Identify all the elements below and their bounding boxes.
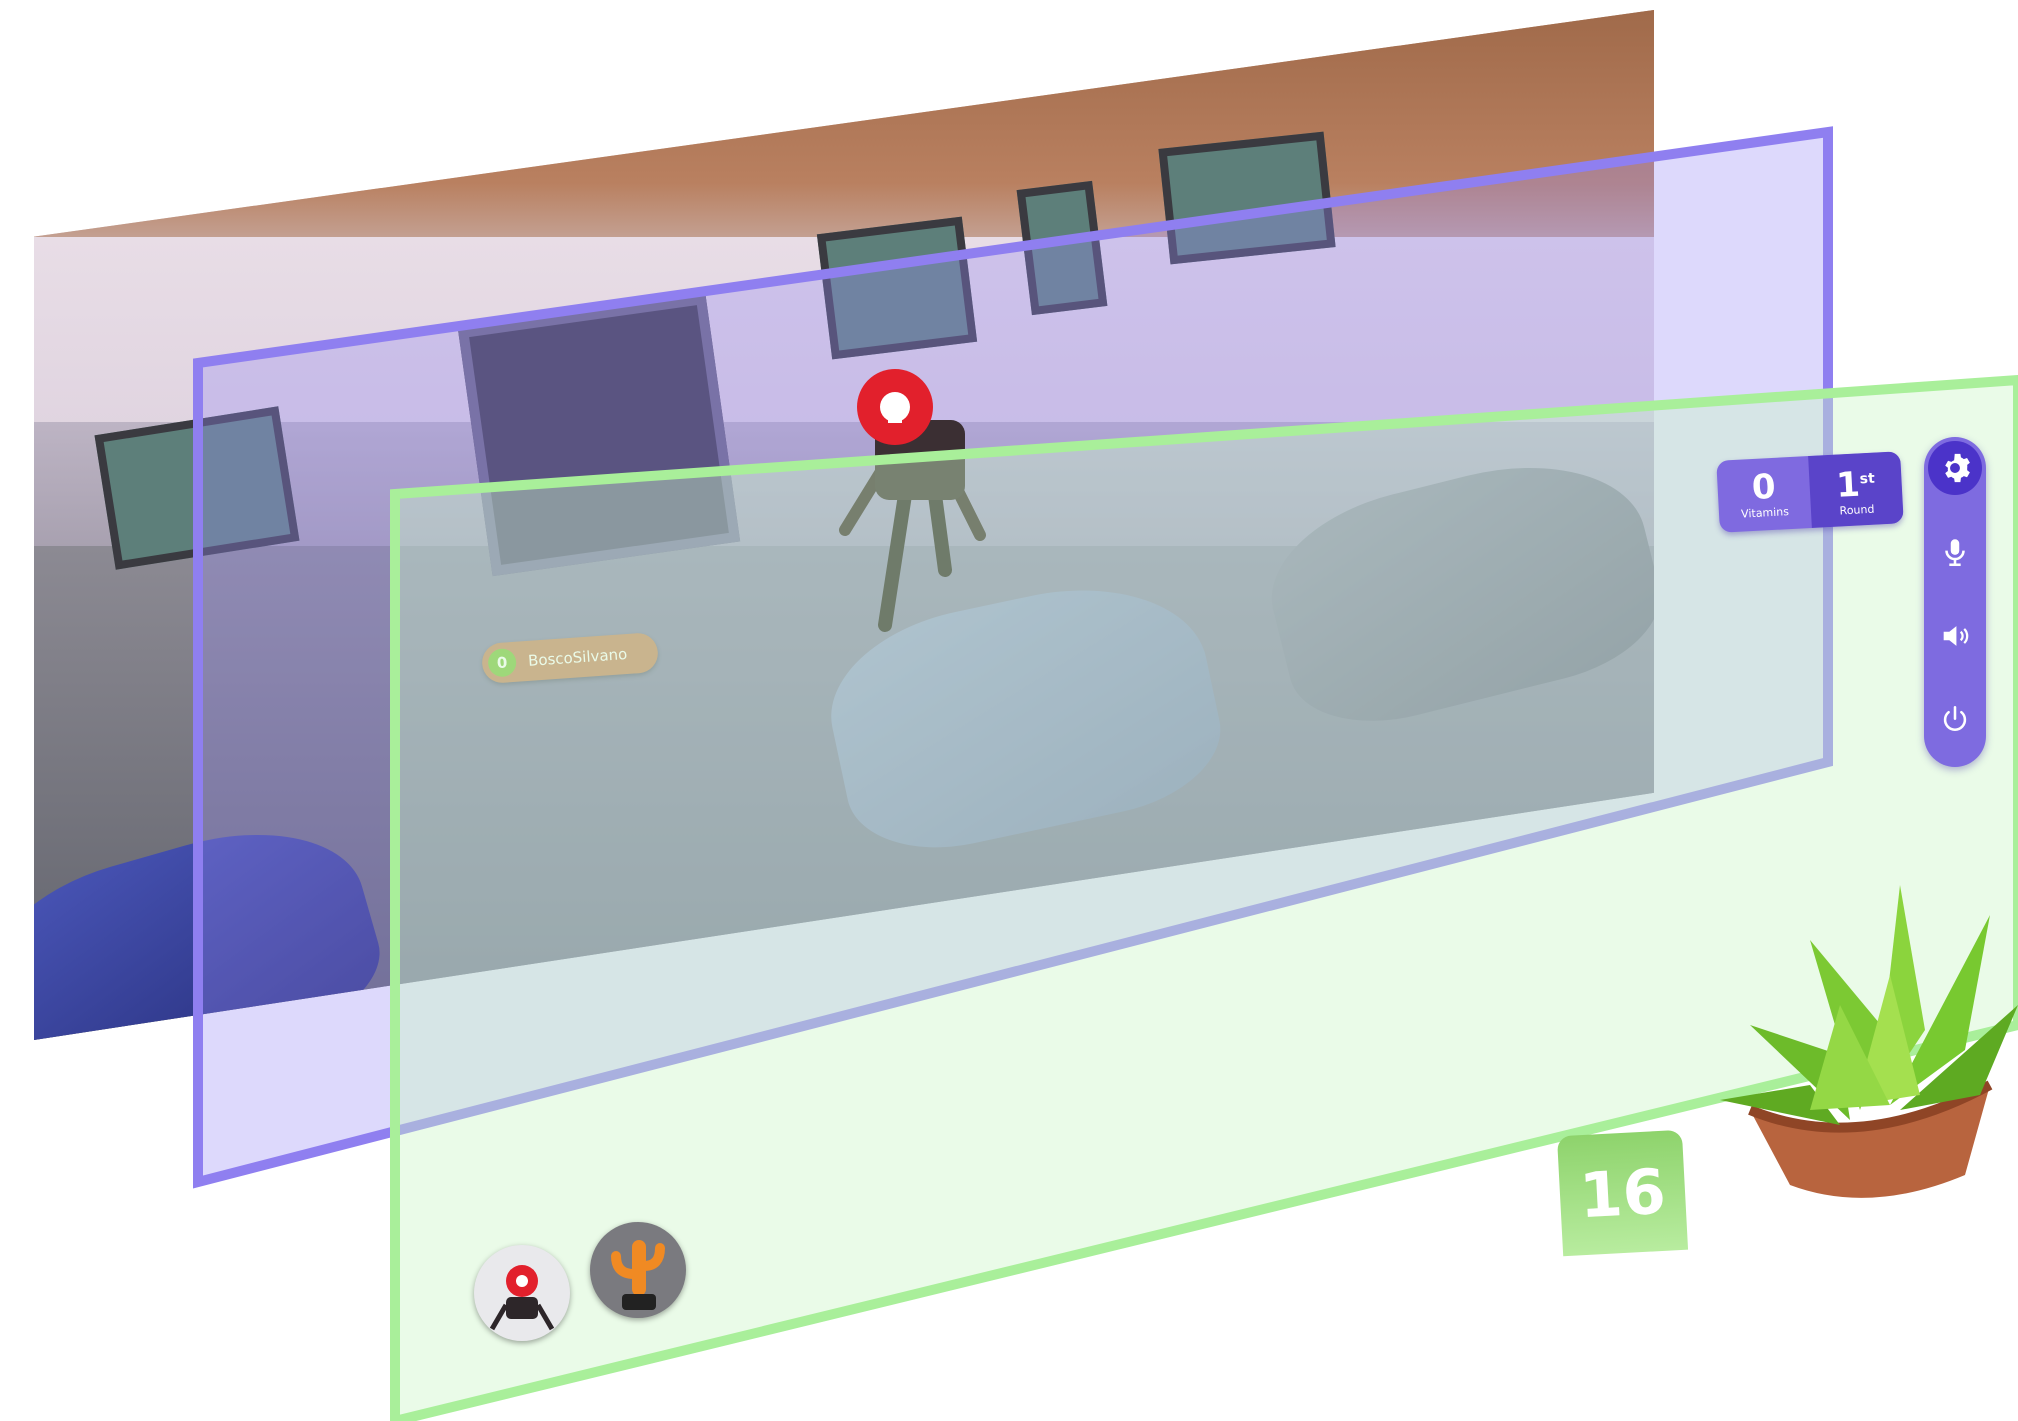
round-value: 1st <box>1835 464 1876 506</box>
countdown-timer: 16 <box>1556 1129 1689 1257</box>
stats-panel: 0 Vitamins 1st Round <box>1716 451 1904 533</box>
vitamins-value: 0 <box>1750 466 1777 508</box>
speaker-button[interactable] <box>1928 609 1982 663</box>
power-button[interactable] <box>1928 693 1982 747</box>
succulent-plant-icon <box>1690 855 2018 1215</box>
cactus-avatar[interactable] <box>590 1222 686 1318</box>
microphone-icon <box>1945 539 1965 567</box>
settings-button[interactable] <box>1928 441 1982 495</box>
round-label: Round <box>1839 502 1875 518</box>
round-stat: 1st Round <box>1808 451 1904 528</box>
vitamins-stat: 0 Vitamins <box>1716 456 1812 533</box>
power-icon <box>1943 705 1967 731</box>
robot-avatar[interactable] <box>474 1245 570 1341</box>
vitamins-label: Vitamins <box>1740 504 1790 521</box>
gear-icon <box>1945 453 1970 483</box>
speaker-icon <box>1943 626 1969 646</box>
microphone-button[interactable] <box>1928 525 1982 579</box>
control-sidebar <box>1924 437 1986 767</box>
